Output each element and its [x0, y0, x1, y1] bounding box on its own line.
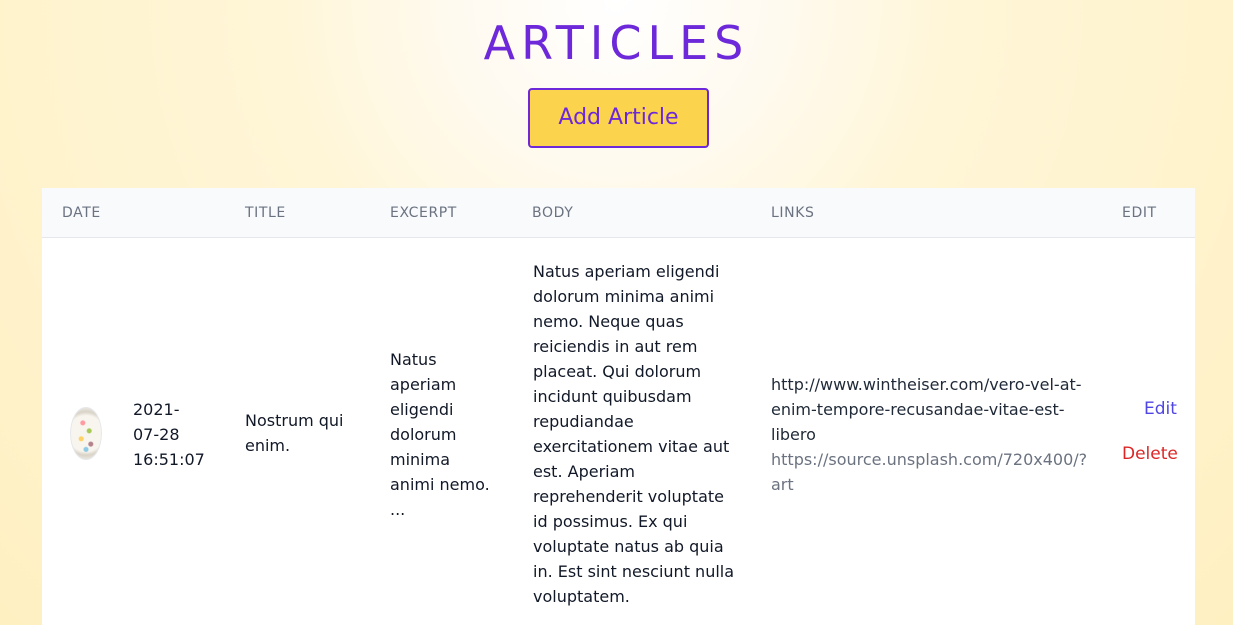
page-title: ARTICLES [483, 16, 750, 70]
article-title: Nostrum qui enim. [245, 411, 344, 455]
header-excerpt: EXCERPT [390, 205, 457, 221]
table-header: DATE TITLE EXCERPT BODY LINKS EDIT [42, 188, 1195, 238]
delete-link[interactable]: Delete [1122, 444, 1178, 464]
article-links: http://www.wintheiser.com/vero-vel-at- e… [771, 372, 1101, 497]
article-image-url[interactable]: https://source.unsplash.com/720x400/? ar… [771, 447, 1101, 497]
article-link-url[interactable]: http://www.wintheiser.com/vero-vel-at- e… [771, 372, 1101, 447]
article-date: 2021- 07-28 16:51:07 [133, 400, 205, 469]
article-thumbnail-image [70, 407, 102, 460]
articles-table: DATE TITLE EXCERPT BODY LINKS EDIT 2021-… [42, 188, 1195, 625]
header-body: BODY [532, 205, 574, 221]
add-article-button[interactable]: Add Article [528, 88, 709, 148]
header-links: LINKS [771, 205, 815, 221]
edit-link[interactable]: Edit [1144, 399, 1177, 419]
header-edit: EDIT [1122, 205, 1157, 221]
article-body: Natus aperiam eligendi dolorum minima an… [533, 262, 735, 606]
header-title: TITLE [245, 205, 286, 221]
header-date: DATE [62, 205, 101, 221]
article-excerpt: Natus aperiam eligendi dolorum minima an… [390, 350, 490, 519]
